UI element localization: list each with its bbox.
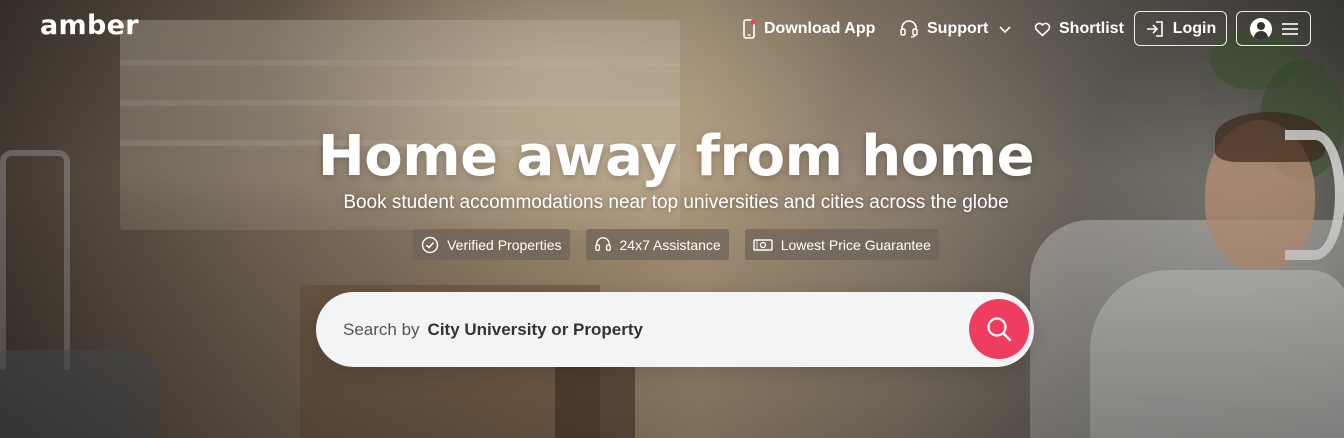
- shortlist-link[interactable]: Shortlist: [1034, 15, 1124, 43]
- hero-section: amber Download App Support Shortlist Log…: [0, 0, 1344, 438]
- badge-lowest-price: Lowest Price Guarantee: [744, 229, 939, 260]
- heart-icon: [1034, 22, 1051, 36]
- login-button[interactable]: Login: [1134, 11, 1227, 46]
- download-app-label: Download App: [764, 20, 876, 37]
- badge-assistance: 24x7 Assistance: [585, 229, 729, 260]
- login-icon: [1146, 20, 1163, 37]
- search-bar[interactable]: Search by City University or Property: [316, 292, 1034, 367]
- check-circle-icon: [421, 236, 439, 253]
- download-app-link[interactable]: Download App: [742, 15, 875, 43]
- feature-badges: Verified Properties 24x7 Assistance Lowe…: [0, 229, 1344, 260]
- hero-subtitle: Book student accommodations near top uni…: [343, 192, 1009, 213]
- headset-icon: [594, 236, 611, 251]
- brand-logo[interactable]: amber: [40, 10, 139, 41]
- phone-icon: [743, 19, 756, 39]
- account-menu-button[interactable]: [1236, 11, 1311, 46]
- hero-title: Home away from home: [317, 124, 1035, 189]
- background-overlay: [0, 0, 1344, 438]
- headset-icon: [900, 20, 918, 38]
- chevron-down-icon: [999, 26, 1011, 34]
- support-menu[interactable]: Support: [899, 15, 1012, 43]
- search-prefix-text: Search by: [343, 319, 420, 339]
- money-icon: [752, 238, 773, 251]
- badge-verified-properties: Verified Properties: [413, 229, 570, 260]
- search-button[interactable]: [969, 299, 1029, 359]
- badge-label: Verified Properties: [447, 236, 562, 253]
- top-nav: amber Download App Support Shortlist Log…: [0, 0, 1344, 56]
- shortlist-label: Shortlist: [1059, 20, 1124, 37]
- hamburger-icon: [1281, 22, 1298, 35]
- login-label: Login: [1172, 19, 1217, 37]
- avatar-icon: [1249, 17, 1272, 40]
- support-label: Support: [927, 20, 989, 37]
- badge-label: 24x7 Assistance: [619, 236, 721, 253]
- search-input[interactable]: City University or Property: [428, 320, 643, 340]
- search-icon: [987, 317, 1012, 342]
- badge-label: Lowest Price Guarantee: [780, 236, 931, 253]
